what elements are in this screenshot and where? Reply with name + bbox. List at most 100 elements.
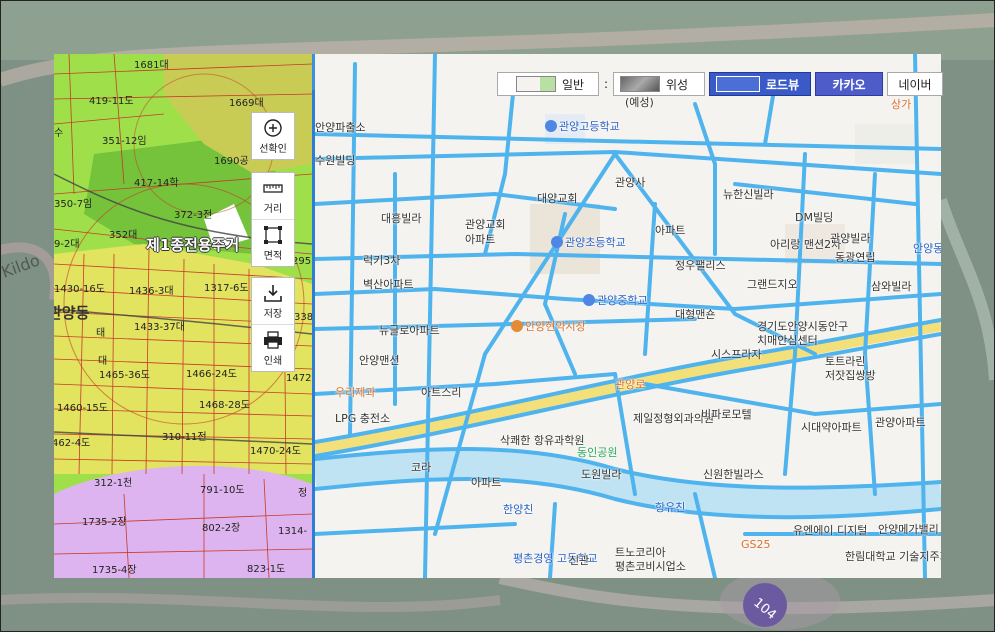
parcel-label: 9-2대 bbox=[54, 239, 80, 250]
road-map-pane[interactable]: 관양고등학교 (예성) 안양파출소 수원빌딩 관양사 뉴한신빌라 대양교회 대흥… bbox=[315, 54, 941, 578]
parcel-label: 791-10도 bbox=[200, 485, 245, 496]
printer-icon bbox=[264, 330, 282, 349]
poi-label[interactable]: 뉴한신빌라 bbox=[723, 186, 774, 202]
poi-label[interactable]: 코라 bbox=[411, 459, 431, 475]
poi-label[interactable]: 관양로 bbox=[615, 376, 645, 392]
measure-tool-group: 거리 면적 bbox=[251, 172, 295, 267]
poi-label[interactable]: 동인공원 bbox=[577, 444, 617, 460]
save-button[interactable]: 저장 bbox=[252, 278, 294, 325]
area-icon bbox=[264, 225, 282, 244]
poi-label[interactable]: 동광연립 bbox=[835, 249, 875, 265]
view-mode-button[interactable]: 선확인 bbox=[252, 113, 294, 159]
poi-label[interactable]: 관양교회 bbox=[465, 216, 505, 232]
poi-label[interactable]: 정우팰리스 bbox=[675, 257, 726, 273]
poi-label[interactable]: 한양친 bbox=[503, 501, 533, 517]
ruler-icon bbox=[263, 183, 283, 193]
poi-label[interactable]: 관양중학교 bbox=[583, 292, 648, 308]
poi-label[interactable]: 관양사 bbox=[615, 174, 645, 190]
parcel-label: 310-11전 bbox=[162, 432, 207, 443]
poi-label[interactable]: 럭키3차 bbox=[363, 252, 400, 268]
poi-label[interactable]: 시스프라자 bbox=[711, 346, 762, 362]
poi-label[interactable]: 비파로모텔 bbox=[701, 406, 752, 422]
poi-label[interactable]: 저잣집쌍방 bbox=[825, 367, 876, 383]
poi-label[interactable]: 삭쾌한 항유과학원 bbox=[500, 432, 584, 448]
poi-label[interactable]: 아파트 bbox=[465, 231, 495, 247]
poi-label[interactable]: 뉴글로아파트 bbox=[379, 322, 440, 338]
parcel-label: 372-3전 bbox=[174, 210, 213, 221]
poi-label[interactable]: LPG 충전소 bbox=[335, 410, 390, 426]
poi-label[interactable]: 한림대학교 기술지주회사 bbox=[845, 548, 941, 564]
kakao-label: 카카오 bbox=[832, 77, 866, 92]
poi-label[interactable]: DM빌딩 bbox=[795, 209, 833, 225]
poi-label[interactable]: (예성) bbox=[625, 94, 654, 110]
parcel-label: 대 bbox=[98, 356, 108, 367]
poi-label[interactable]: 신원한빌라스 bbox=[703, 466, 764, 482]
parcel-label: 417-14학 bbox=[134, 178, 179, 189]
parcel-label: 1669대 bbox=[229, 98, 264, 109]
poi-label[interactable]: 관양초등학교 bbox=[551, 234, 626, 250]
dong-label: 관양동 bbox=[54, 304, 90, 322]
roadview-thumbnail bbox=[716, 76, 760, 92]
poi-label[interactable]: 수원빌딩 bbox=[315, 152, 355, 168]
poi-label[interactable]: 관양빌라 bbox=[830, 230, 870, 246]
poi-label[interactable]: 시대약아파트 bbox=[801, 419, 862, 435]
parcel-label: 352대 bbox=[109, 230, 138, 241]
poi-label[interactable]: 아트스리 bbox=[421, 384, 461, 400]
poi-label[interactable]: 평촌코비시업소 bbox=[615, 558, 686, 574]
roadview-button[interactable]: 로드뷰 bbox=[709, 72, 811, 96]
poi-label[interactable]: 아파트 bbox=[655, 222, 685, 238]
poi-label[interactable]: 대형맨숀 bbox=[675, 306, 715, 322]
poi-label[interactable]: 아파트 bbox=[471, 474, 501, 490]
poi-label[interactable]: 안양맨션 bbox=[359, 352, 399, 368]
satellite-map-button[interactable]: 위성 bbox=[613, 72, 705, 96]
poi-label[interactable]: 안양현약시장 bbox=[511, 318, 586, 334]
poi-label[interactable]: 안양메가밸리 bbox=[878, 521, 939, 537]
poi-label[interactable]: 벽산아파트 bbox=[363, 276, 414, 292]
kakao-button[interactable]: 카카오 bbox=[815, 72, 883, 96]
parcel-label: 802-2장 bbox=[202, 523, 241, 534]
area-button[interactable]: 면적 bbox=[252, 220, 294, 266]
poi-label[interactable]: 관양아파트 bbox=[875, 414, 926, 430]
parcel-label: 태 bbox=[96, 328, 106, 339]
poi-label[interactable]: 대양교회 bbox=[537, 190, 577, 206]
distance-label: 거리 bbox=[263, 203, 283, 215]
save-label: 저장 bbox=[263, 308, 283, 320]
general-map-button[interactable]: 일반 bbox=[497, 72, 599, 96]
zone-label: 제1종전용주거 bbox=[146, 236, 240, 254]
poi-label[interactable]: 안양파출소 bbox=[315, 119, 366, 135]
poi-label[interactable]: 우리제과 bbox=[335, 384, 375, 400]
parcel-label: 정 bbox=[298, 488, 308, 499]
area-label: 면적 bbox=[263, 250, 283, 262]
poi-label[interactable]: 대흥빌라 bbox=[381, 210, 421, 226]
poi-label[interactable]: 안양동초등 bbox=[913, 240, 941, 256]
naver-label: 네이버 bbox=[898, 77, 932, 92]
poi-label[interactable]: 치매안심센터 bbox=[757, 332, 818, 348]
zoom-in-icon bbox=[264, 118, 282, 137]
parcel-label: 419-11도 bbox=[89, 96, 134, 107]
parcel-label: 338 bbox=[294, 312, 312, 323]
poi-label[interactable]: 도원빌라 bbox=[581, 466, 621, 482]
parcel-label: 1436-3대 bbox=[129, 286, 174, 297]
naver-button[interactable]: 네이버 bbox=[887, 72, 943, 96]
print-label: 인쇄 bbox=[263, 355, 283, 367]
poi-label[interactable]: 그랜드지오 bbox=[747, 276, 798, 292]
distance-button[interactable]: 거리 bbox=[252, 173, 294, 220]
poi-label[interactable]: 관양고등학교 bbox=[545, 118, 620, 134]
print-button[interactable]: 인쇄 bbox=[252, 325, 294, 371]
satellite-map-label: 위성 bbox=[666, 77, 689, 92]
download-icon bbox=[264, 284, 282, 302]
parcel-label: 1465-36도 bbox=[99, 370, 150, 381]
parcel-label: 1468-28도 bbox=[199, 400, 250, 411]
parcel-label: 312-1천 bbox=[94, 478, 133, 489]
poi-label[interactable]: 항유친 bbox=[655, 499, 685, 515]
parcel-label: 1735-2장 bbox=[82, 517, 127, 528]
parcel-label: 350-7임 bbox=[54, 199, 93, 210]
poi-label[interactable]: 삼와빌라 bbox=[871, 278, 911, 294]
parcel-label: 823-1도 bbox=[247, 564, 286, 575]
poi-label[interactable]: 유엔에이 디지털 bbox=[793, 522, 867, 538]
poi-label[interactable]: 신관 bbox=[569, 552, 589, 568]
poi-label[interactable]: GS25 bbox=[741, 538, 771, 551]
parcel-label: 1681대 bbox=[134, 60, 169, 71]
poi-label[interactable]: 상가 bbox=[891, 96, 911, 112]
parcel-label: 1430-16도 bbox=[54, 284, 105, 295]
